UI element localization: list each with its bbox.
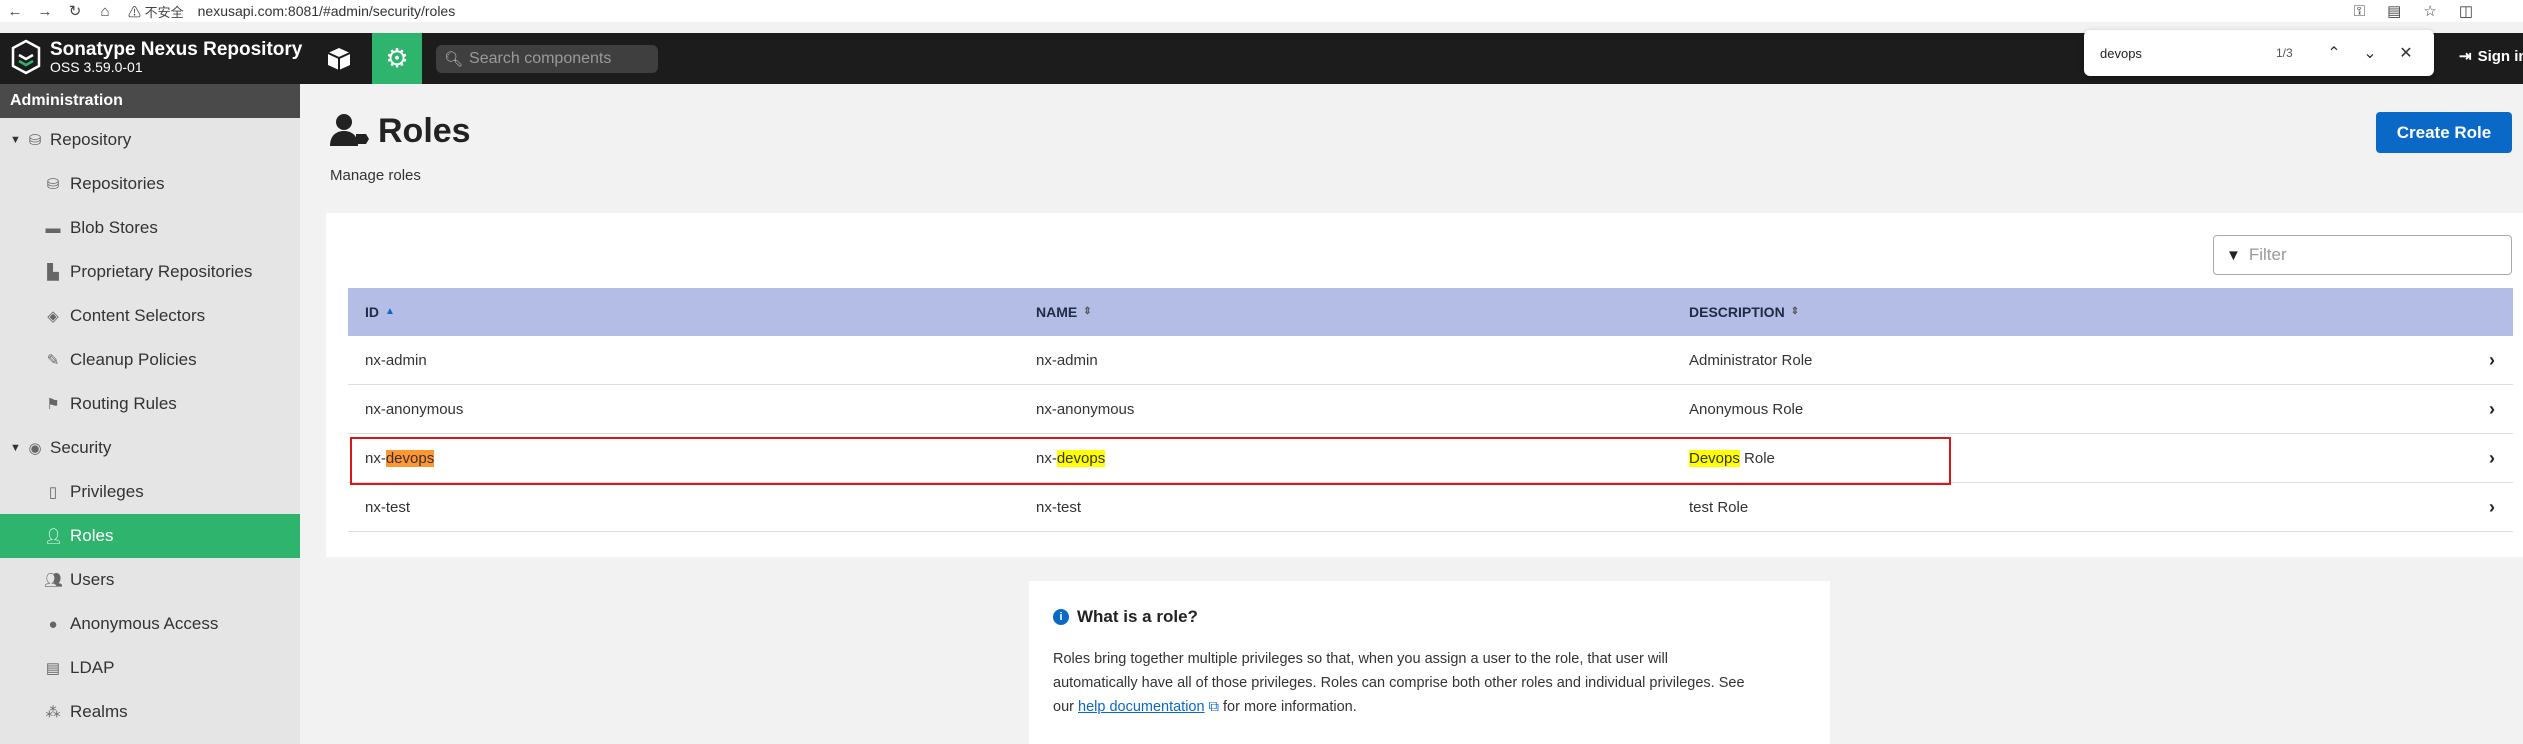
role-id: nx-test	[365, 498, 411, 516]
page-title: Roles	[378, 112, 471, 150]
sidebar-item-content-selectors[interactable]: ◈ Content Selectors	[0, 294, 300, 338]
reader-icon[interactable]: ▤	[2387, 2, 2401, 20]
signpost-icon: ⚑	[46, 396, 60, 413]
layers-icon: ◈	[47, 308, 59, 325]
info-text: Roles bring together multiple privileges…	[1053, 651, 1745, 715]
sidebar-item-roles[interactable]: 👤︎ Roles	[0, 514, 300, 558]
sidebar-item-routing-rules[interactable]: ⚑ Routing Rules	[0, 382, 300, 426]
table-header: ID ▲ NAME ⇕ DESCRIPTION ⇕	[348, 288, 2513, 336]
key-icon[interactable]: ⚿	[2354, 3, 2365, 20]
page-subtitle: Manage roles	[330, 167, 421, 184]
sidebar-item-security[interactable]: ▼ ◉ Security	[0, 426, 300, 470]
forward-icon[interactable]: →	[30, 3, 60, 20]
sidebar-section-title: Administration	[0, 84, 300, 118]
address-bar[interactable]: nexusapi.com:8081/#admin/security/roles	[198, 3, 456, 19]
browse-button[interactable]	[314, 33, 364, 84]
chevron-right-icon[interactable]: ›	[2489, 497, 2495, 518]
role-id: nx-admin	[365, 351, 427, 369]
find-input[interactable]: devops	[2100, 46, 2276, 61]
column-header-id[interactable]: ID ▲	[365, 304, 395, 320]
sonatype-logo-icon	[11, 39, 41, 75]
chevron-right-icon[interactable]: ›	[2489, 350, 2495, 371]
chevron-right-icon[interactable]: ›	[2489, 399, 2495, 420]
column-header-name[interactable]: NAME ⇕	[1036, 304, 1092, 320]
role-description: Anonymous Role	[1689, 400, 1804, 418]
back-icon[interactable]: ←	[0, 3, 30, 20]
help-documentation-link[interactable]: help documentation	[1078, 699, 1205, 715]
user-tag-icon: 👤︎	[44, 528, 64, 545]
sidebar-item-blob-stores[interactable]: ▬ Blob Stores	[0, 206, 300, 250]
column-header-description[interactable]: DESCRIPTION ⇕	[1689, 304, 1799, 320]
admin-button[interactable]: ⚙	[372, 33, 422, 84]
info-icon: i	[1053, 609, 1069, 625]
book-icon: ▤	[45, 660, 61, 677]
sidepanel-icon[interactable]: ◫	[2459, 2, 2473, 20]
annotation-highlight-box	[350, 437, 1951, 485]
sidebar-item-ldap[interactable]: ▤ LDAP	[0, 646, 300, 690]
realms-icon: ⁂	[45, 704, 61, 721]
filter-icon: ▼	[2226, 246, 2241, 264]
roles-table: ID ▲ NAME ⇕ DESCRIPTION ⇕ nx-admin nx-ad…	[348, 288, 2513, 532]
brush-icon: ✎	[46, 352, 60, 369]
role-description: test Role	[1689, 498, 1749, 516]
table-row[interactable]: nx-anonymous nx-anonymous Anonymous Role…	[348, 385, 2513, 434]
sidebar: Administration ▼ ⛁ Repository ⛁ Reposito…	[0, 84, 300, 744]
chevron-right-icon[interactable]: ›	[2489, 448, 2495, 469]
info-title: i What is a role?	[1053, 607, 1198, 627]
table-row[interactable]: nx-admin nx-admin Administrator Role ›	[348, 336, 2513, 385]
reload-icon[interactable]: ↻	[60, 2, 90, 20]
search-icon: 🔍︎	[444, 51, 464, 68]
create-role-button[interactable]: Create Role	[2376, 112, 2512, 153]
caret-down-icon[interactable]: ▼	[10, 442, 21, 454]
sign-in-button[interactable]: ⇥ Sign in	[2459, 47, 2523, 66]
find-count: 1/3	[2276, 46, 2293, 60]
search-input[interactable]: 🔍︎ Search components	[436, 45, 658, 73]
eye-icon: ◉	[28, 440, 42, 457]
find-close-icon[interactable]: ✕	[2388, 43, 2424, 63]
info-card: i What is a role? Roles bring together m…	[1029, 581, 1830, 744]
database-icon: ⛁	[28, 132, 42, 149]
find-bar: devops 1/3 ⌃ ⌄ ✕	[2084, 30, 2434, 76]
bookmark-star-icon[interactable]: ☆	[2423, 2, 2436, 20]
hdd-icon: ▬	[45, 219, 61, 237]
roles-icon	[330, 112, 370, 157]
role-description: Administrator Role	[1689, 351, 1813, 369]
brand-version: OSS 3.59.0-01	[50, 58, 143, 75]
brand[interactable]: Sonatype Nexus Repository OSS 3.59.0-01	[10, 39, 302, 75]
security-warning[interactable]: ⚠ 不安全	[128, 2, 184, 21]
find-previous-icon[interactable]: ⌃	[2316, 43, 2352, 63]
caret-down-icon[interactable]: ▼	[10, 134, 21, 146]
cube-icon	[327, 47, 351, 70]
browser-toolbar: ← → ↻ ⌂ ⚠ 不安全 nexusapi.com:8081/#admin/s…	[0, 0, 2523, 22]
external-link-icon: ⧉	[1204, 699, 1219, 715]
medal-icon: ▯	[48, 484, 58, 501]
sort-asc-icon[interactable]: ▲	[385, 307, 395, 317]
sidebar-item-anonymous-access[interactable]: ● Anonymous Access	[0, 602, 300, 646]
role-name: nx-admin	[1036, 351, 1098, 369]
users-icon: 👥︎	[44, 572, 64, 589]
sidebar-item-realms[interactable]: ⁂ Realms	[0, 690, 300, 734]
sidebar-item-users[interactable]: 👥︎ Users	[0, 558, 300, 602]
table-row[interactable]: nx-test nx-test test Role ›	[348, 483, 2513, 532]
sidebar-item-repository[interactable]: ▼ ⛁ Repository	[0, 118, 300, 162]
find-next-icon[interactable]: ⌄	[2352, 43, 2388, 63]
filter-input[interactable]: ▼ Filter	[2213, 235, 2512, 275]
sidebar-item-cleanup-policies[interactable]: ✎ Cleanup Policies	[0, 338, 300, 382]
sidebar-item-privileges[interactable]: ▯ Privileges	[0, 470, 300, 514]
database-icon: ⛁	[46, 176, 60, 193]
sort-icon[interactable]: ⇕	[1791, 307, 1799, 317]
sign-in-icon: ⇥	[2459, 48, 2472, 65]
sort-icon[interactable]: ⇕	[1083, 307, 1091, 317]
brand-name: Sonatype Nexus Repository	[50, 38, 303, 60]
gear-icon: ⚙	[385, 43, 409, 73]
role-name: nx-test	[1036, 498, 1082, 516]
role-id: nx-anonymous	[365, 400, 464, 418]
sidebar-item-proprietary-repositories[interactable]: ▙ Proprietary Repositories	[0, 250, 300, 294]
building-icon: ▙	[47, 264, 59, 281]
home-icon[interactable]: ⌂	[90, 3, 120, 20]
role-name: nx-anonymous	[1036, 400, 1135, 418]
sidebar-item-repositories[interactable]: ⛁ Repositories	[0, 162, 300, 206]
user-icon: ●	[48, 615, 58, 633]
